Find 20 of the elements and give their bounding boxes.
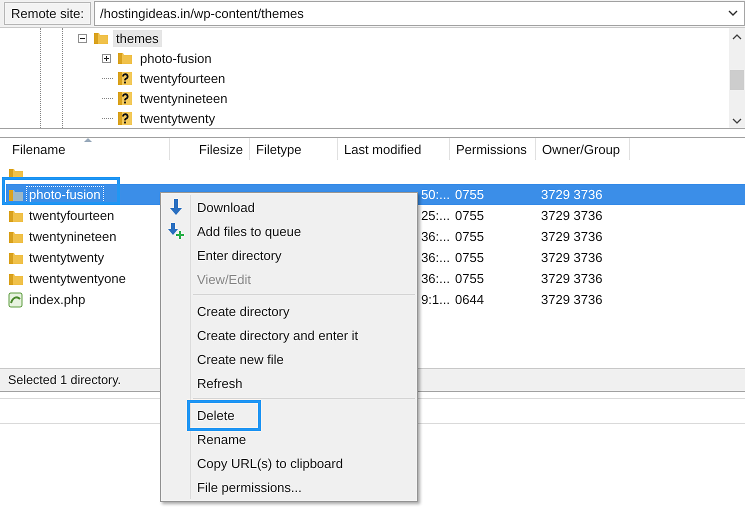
table-cell: 0755 [455,208,484,223]
table-cell: 3729 3736 [541,208,602,223]
table-cell: 9:1... [421,292,450,307]
table-cell: 50:... [421,187,450,202]
table-cell: 3729 3736 [541,250,602,265]
table-cell: 36:... [421,271,450,286]
table-cell: 3729 3736 [541,292,602,307]
table-cell: 3729 3736 [541,187,602,202]
table-cell: 3729 3736 [541,229,602,244]
table-cell: 0755 [455,187,484,202]
table-cell: 0755 [455,250,484,265]
table-cell: 0644 [455,292,484,307]
table-cell: 0755 [455,229,484,244]
remote-site-label: Remote site: [4,2,91,25]
status-text: Selected 1 directory. [8,373,122,387]
table-cell: 0755 [455,271,484,286]
table-cell: 36:... [421,229,450,244]
table-cell: 25:... [421,208,450,223]
table-cell: 36:... [421,250,450,265]
table-cell: 3729 3736 [541,271,602,286]
